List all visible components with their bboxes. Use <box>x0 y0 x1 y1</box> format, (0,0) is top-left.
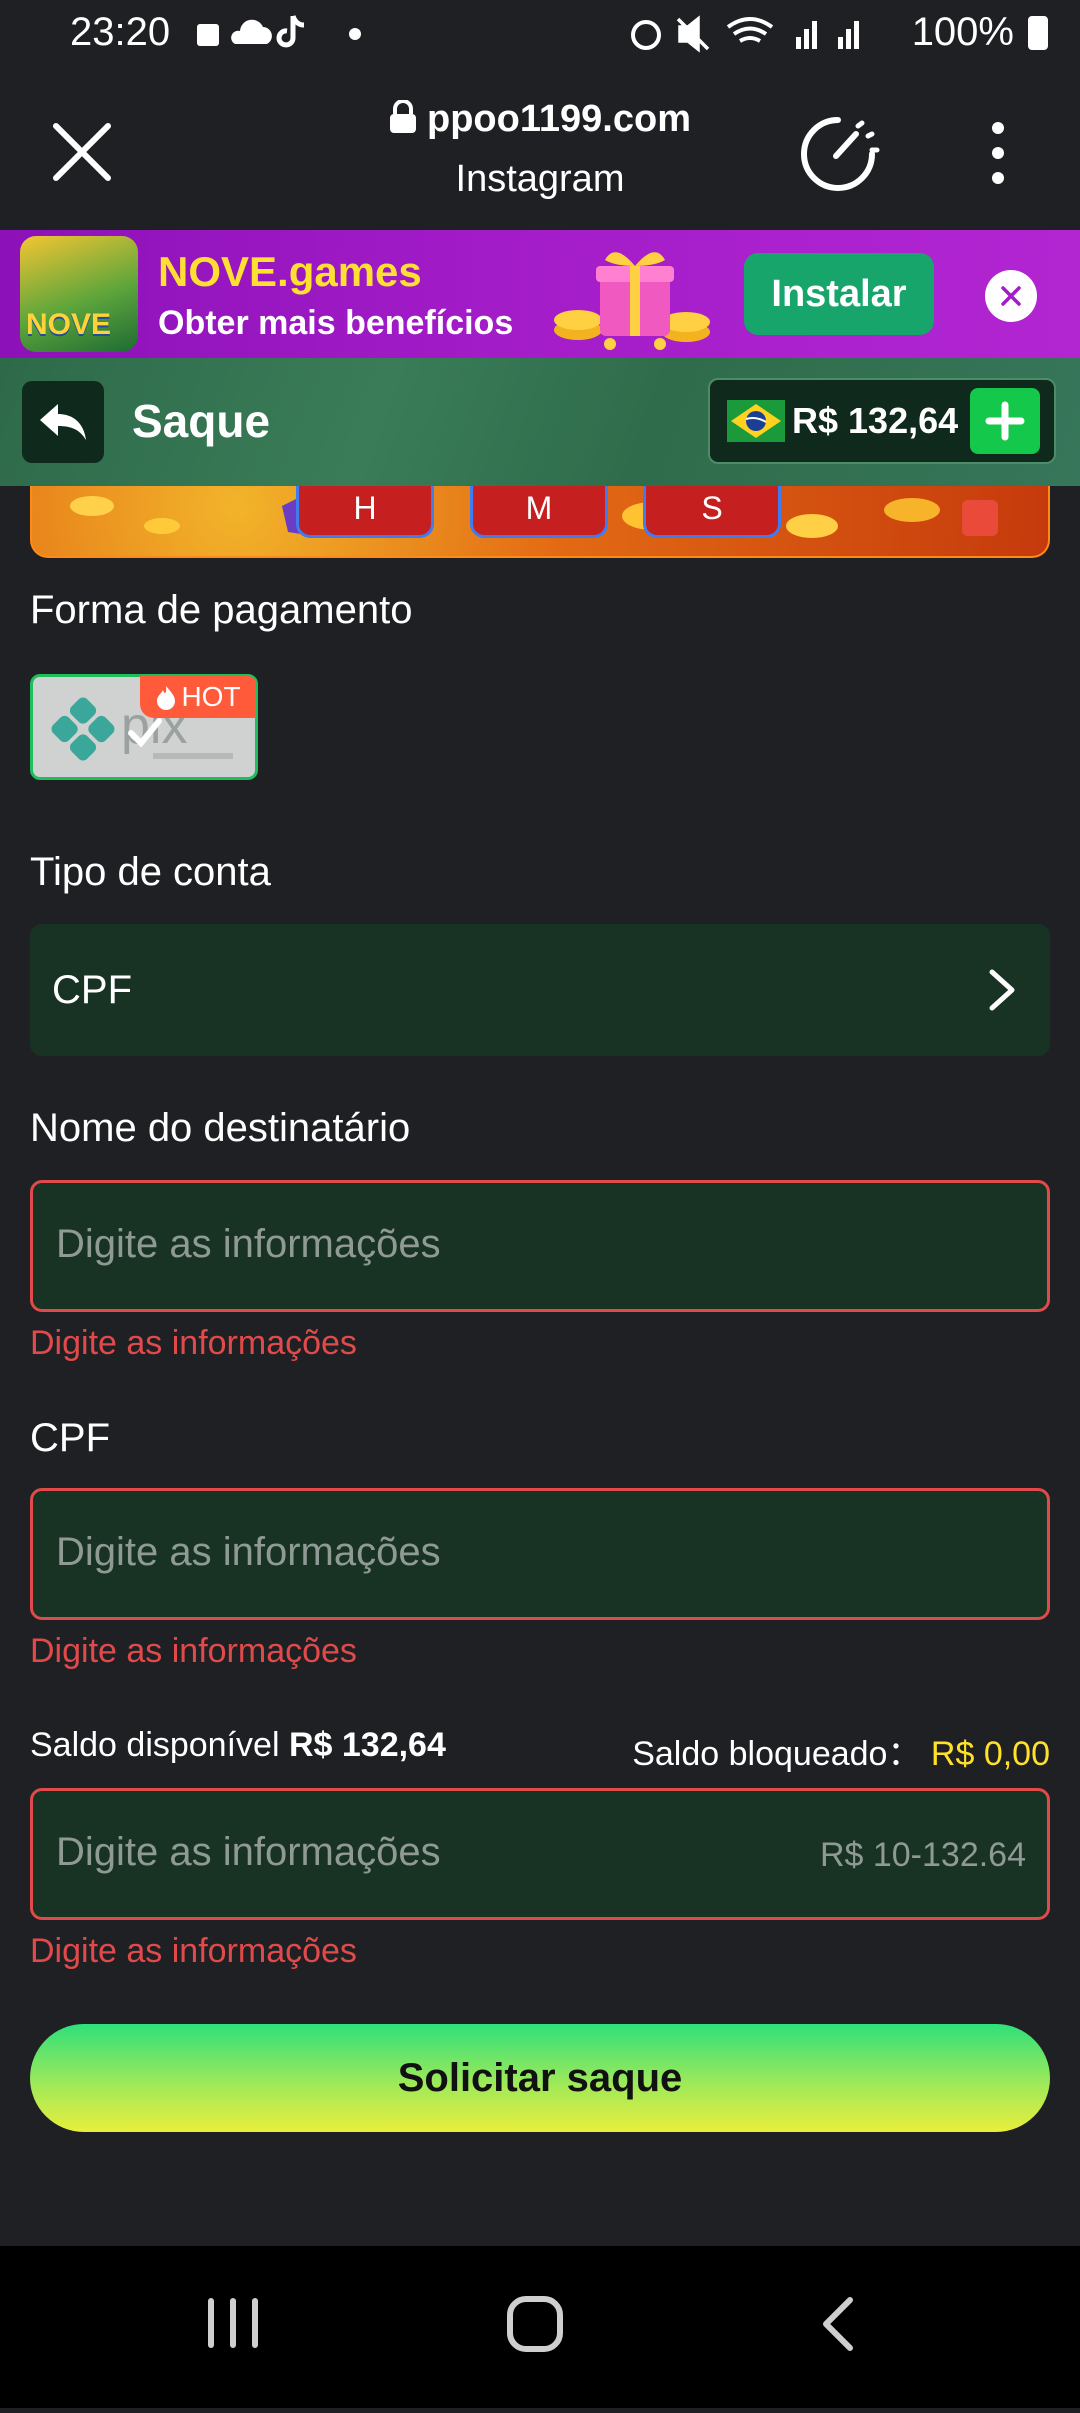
recipient-name-placeholder: Digite as informações <box>56 1222 441 1266</box>
system-icons <box>630 14 859 53</box>
status-time: 23:20 <box>70 10 171 54</box>
browser-toolbar <box>0 66 1080 230</box>
hot-badge-text: HOT <box>181 681 241 712</box>
available-balance-label: Saldo disponível <box>30 1726 280 1764</box>
timer-seconds: S <box>643 486 781 538</box>
account-type-value: CPF <box>52 968 132 1012</box>
recipient-name-label: Nome do destinatário <box>30 1106 411 1150</box>
available-balance: Saldo disponível R$ 132,64 <box>30 1726 446 1765</box>
amount-error: Digite as informações <box>30 1932 357 1970</box>
banner-close-button[interactable] <box>985 270 1037 322</box>
mute-icon <box>676 14 709 53</box>
flame-icon <box>157 686 176 710</box>
app-logo: NOVE <box>20 236 138 352</box>
available-balance-value: R$ 132,64 <box>288 1726 446 1764</box>
blocked-balance-value: R$ 0,00 <box>930 1735 1050 1773</box>
chevron-right-icon <box>989 969 1015 1011</box>
wifi-icon <box>726 16 773 43</box>
account-type-select[interactable] <box>30 924 1050 1056</box>
blocked-balance: Saldo bloqueado： R$ 0,00 <box>632 1726 1050 1775</box>
cpf-label: CPF <box>30 1416 110 1460</box>
signal-icon-2 <box>837 36 843 49</box>
url-domain[interactable]: ppoo1199.com <box>0 98 1080 141</box>
back-arrow-icon <box>40 404 86 440</box>
deposit-plus-button[interactable] <box>970 388 1040 454</box>
speed-icon[interactable] <box>796 112 880 196</box>
install-button[interactable]: Instalar <box>744 253 934 335</box>
brazil-flag-icon <box>727 400 785 442</box>
amount-range: R$ 10-132.64 <box>819 1836 1026 1874</box>
alarm-icon <box>630 19 661 50</box>
close-icon <box>1001 286 1021 306</box>
page-title: Saque <box>132 395 271 447</box>
cpf-error: Digite as informações <box>30 1632 357 1670</box>
battery-icon <box>1028 15 1048 50</box>
home-icon <box>507 2296 563 2352</box>
dot-icon <box>349 28 361 40</box>
domain-text: ppoo1199.com <box>427 98 691 140</box>
banner-subtitle: Obter mais benefícios <box>158 304 514 342</box>
timer-hours: H <box>296 486 434 538</box>
account-type-label: Tipo de conta <box>30 850 271 894</box>
system-nav-bar <box>0 2246 1080 2408</box>
blocked-balance-label: Saldo bloqueado： <box>632 1735 922 1773</box>
status-notification-icons <box>195 10 385 65</box>
recent-apps-icon <box>208 2298 258 2348</box>
battery-percent: 100% <box>911 10 1014 54</box>
cloud-icon <box>231 19 272 44</box>
lock-icon <box>197 24 219 46</box>
nav-buttons <box>208 2296 853 2352</box>
recipient-name-error: Digite as informações <box>30 1324 357 1362</box>
tiktok-icon <box>276 15 305 48</box>
plus-icon <box>985 401 1025 441</box>
url-subtitle: Instagram <box>455 158 625 200</box>
amount-placeholder: Digite as informações <box>56 1830 441 1874</box>
status-right: 100% <box>628 10 1048 55</box>
request-withdrawal-button[interactable]: Solicitar saque <box>30 2024 1050 2132</box>
lock-icon <box>390 99 416 133</box>
back-button[interactable] <box>22 381 104 463</box>
balance-amount: R$ 132,64 <box>792 400 959 441</box>
signal-icon <box>795 36 801 49</box>
notification-icons <box>197 15 361 48</box>
payment-method-label: Forma de pagamento <box>30 588 413 632</box>
gift-coins-icon <box>554 252 710 350</box>
banner-title: NOVE.games <box>158 248 422 295</box>
more-menu-icon[interactable] <box>986 120 1010 186</box>
timer-minutes: M <box>470 486 608 538</box>
hot-badge: HOT <box>140 676 256 718</box>
back-nav-icon <box>823 2297 853 2351</box>
cpf-placeholder: Digite as informações <box>56 1530 441 1574</box>
